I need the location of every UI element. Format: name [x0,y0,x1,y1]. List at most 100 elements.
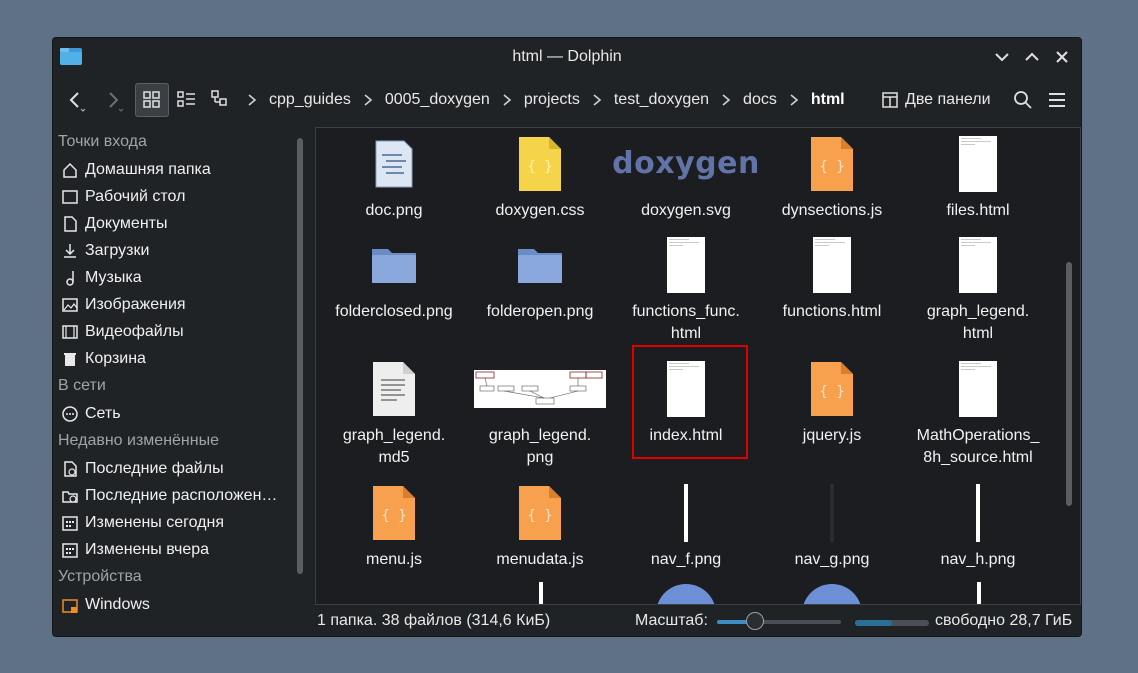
places-item[interactable]: Документы [53,210,311,237]
calendar-icon [62,515,78,531]
partial-file-item[interactable] [800,582,864,604]
status-bar: 1 папка. 38 файлов (314,6 КиБ) Масштаб: … [315,606,1081,636]
chevron-right-icon [364,94,373,106]
view-scrollbar[interactable] [1066,262,1072,506]
places-item[interactable]: Загрузки [53,237,311,264]
places-item-label: Видеофайлы [85,322,184,340]
chevron-right-icon [790,94,799,106]
places-item-label: Домашняя папка [85,160,211,178]
places-item[interactable]: Видеофайлы [53,318,311,345]
file-thumbnail [613,233,759,297]
file-name: graph_legend. png [488,427,592,466]
trash-icon [64,352,76,366]
back-icon[interactable] [63,88,89,114]
breadcrumb-item[interactable]: cpp_guides [265,91,355,109]
file-item[interactable]: { } menu.js [321,481,467,571]
places-item[interactable]: Музыка [53,264,311,291]
breadcrumb-item[interactable]: test_doxygen [610,91,713,109]
partial-file-item[interactable] [538,582,544,604]
places-item[interactable]: Сеть [53,400,311,427]
nav-strip-dark-icon [830,484,834,542]
file-item[interactable]: { } doxygen.css [467,132,613,222]
folder-image-icon [518,249,562,283]
file-item[interactable]: { } menudata.js [467,481,613,571]
split-view-button[interactable]: Две панели [881,88,991,112]
network-icon [62,405,78,422]
file-item[interactable]: { } jquery.js [759,357,905,447]
file-item[interactable]: { } dynsections.js [759,132,905,222]
svg-text:{ }: { } [527,159,552,175]
file-name: nav_h.png [940,551,1016,568]
places-item[interactable]: Изображения [53,291,311,318]
file-item[interactable]: doc.png [321,132,467,222]
compact-view-icon[interactable] [174,87,200,113]
file-item[interactable]: doxygen doxygen.svg [612,132,759,222]
recent-locations-icon [62,490,78,503]
icons-view-button[interactable] [135,83,169,117]
chevron-right-icon [722,94,731,106]
places-item[interactable]: Рабочий стол [53,183,311,210]
file-name: folderopen.png [486,303,594,320]
file-item[interactable]: functions_func. html [613,233,759,345]
zoom-slider-handle[interactable] [746,612,765,630]
file-item[interactable]: graph_legend. html [905,233,1051,345]
breadcrumb-item[interactable]: 0005_doxygen [381,91,494,109]
places-group-header: Точки входа [58,133,147,150]
file-item[interactable]: graph_legend. md5 [321,357,467,469]
places-item[interactable]: Последние расположен… [53,482,311,509]
forward-icon[interactable] [101,88,127,114]
html-file-icon [959,237,997,293]
file-thumbnail [467,233,613,297]
file-name: doxygen.css [495,202,585,219]
search-icon[interactable] [1010,87,1036,113]
file-item[interactable]: folderopen.png [467,233,613,323]
file-thumbnail: doxygen [612,132,759,196]
zoom-slider[interactable] [717,612,841,630]
places-item[interactable]: Корзина [53,345,311,372]
sidebar-scrollbar[interactable] [297,138,303,574]
file-name: functions_func. html [632,303,740,342]
free-space-label: свободно 28,7 ГиБ [935,612,1073,629]
partial-file-item[interactable] [976,582,982,604]
split-view-icon [882,92,898,108]
maximize-icon[interactable] [1021,46,1043,68]
close-icon[interactable] [1051,46,1073,68]
breadcrumb-item[interactable]: docs [739,91,781,109]
circle-image-icon [657,584,715,604]
breadcrumb-item[interactable]: projects [520,91,584,109]
file-item[interactable]: nav_g.png [759,481,905,571]
places-item[interactable]: Изменены вчера [53,536,311,563]
documents-icon [64,215,77,232]
places-group-header: В сети [58,377,106,394]
places-item-label: Документы [85,214,168,232]
file-item[interactable]: MathOperations_ 8h_source.html [905,357,1051,469]
html-file-icon [667,237,705,293]
file-name: menu.js [365,551,423,568]
file-item[interactable]: folderclosed.png [321,233,467,323]
html-file-icon [959,136,997,192]
hamburger-menu-icon[interactable] [1044,87,1070,113]
zoom-label: Масштаб: [635,612,708,629]
breadcrumb-item[interactable]: html [807,91,849,109]
file-name: files.html [946,202,1010,219]
file-name: dynsections.js [781,202,883,219]
places-item[interactable]: Изменены сегодня [53,509,311,536]
file-item[interactable]: files.html [905,132,1051,222]
nav-strip-icon [976,484,980,542]
pictures-icon [62,297,78,312]
details-view-icon[interactable] [208,87,234,113]
file-item[interactable]: nav_h.png [905,481,1051,571]
file-item[interactable]: graph_legend. png [467,357,613,469]
file-thumbnail [321,233,467,297]
file-item[interactable]: nav_f.png [613,481,759,571]
text-file-icon [373,362,415,416]
places-item[interactable]: Последние файлы [53,455,311,482]
places-item[interactable]: Windows [53,591,311,618]
file-name: folderclosed.png [335,303,453,320]
partial-file-item[interactable] [654,582,718,604]
disk-usage-fill [855,620,892,626]
file-item[interactable]: functions.html [759,233,905,323]
places-item[interactable]: Домашняя папка [53,156,311,183]
file-name: graph_legend. md5 [342,427,446,466]
minimize-icon[interactable] [991,46,1013,68]
